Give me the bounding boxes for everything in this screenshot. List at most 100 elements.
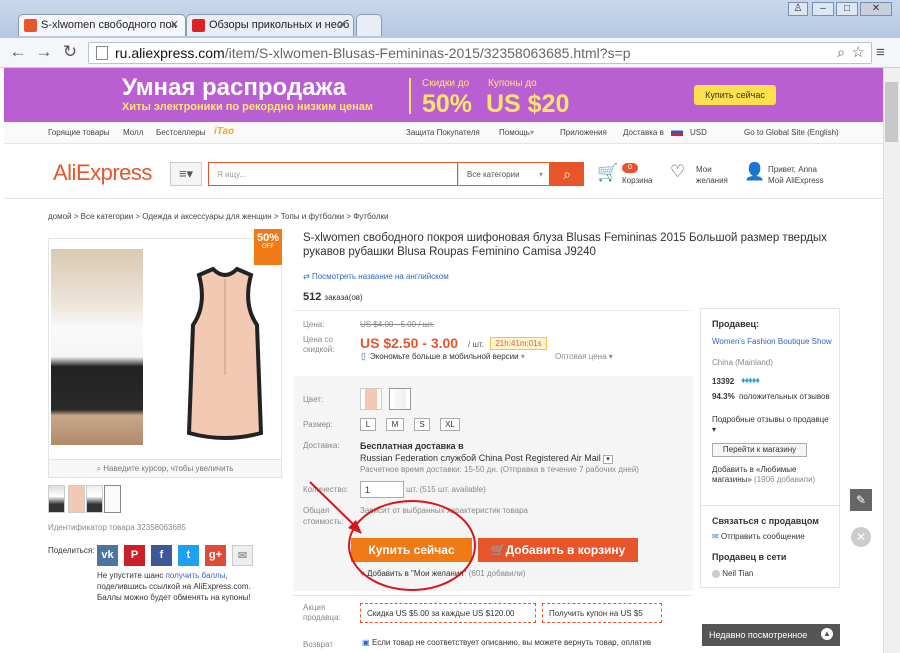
nav-buyer-protection[interactable]: Защита Покупателя (406, 128, 480, 137)
shield-icon: ▣ (362, 638, 370, 647)
chevron-down-icon[interactable]: ▾ (603, 455, 613, 464)
zoom-icon[interactable]: ⌕ (837, 44, 845, 61)
tab-close-icon[interactable]: ✕ (170, 18, 179, 31)
thumbnail[interactable] (104, 485, 121, 513)
nav-ship-to[interactable]: Доставка в (623, 128, 664, 137)
nav-mall[interactable]: Молл (123, 128, 143, 137)
divider (293, 310, 693, 311)
seller-store-link[interactable]: Women's Fashion Boutique Show (712, 337, 832, 347)
facebook-icon[interactable]: f (151, 545, 172, 566)
size-label: Размер: (303, 420, 333, 429)
heart-icon[interactable]: ♡ (670, 162, 685, 182)
scrollbar-thumb[interactable] (885, 82, 898, 142)
twitter-icon[interactable]: t (178, 545, 199, 566)
search-button[interactable]: ⌕ (550, 162, 584, 186)
nav-itao[interactable]: iTao (214, 126, 234, 137)
send-message-link[interactable]: ✉ Отправить сообщение (712, 532, 805, 541)
avatar (712, 569, 720, 578)
categories-menu-button[interactable]: ≡▾ (170, 162, 202, 186)
thumbnail[interactable] (86, 485, 103, 513)
zoom-hint-text: Наведите курсор, чтобы увеличить (103, 464, 234, 473)
color-swatch-peach[interactable] (360, 388, 382, 410)
size-option[interactable]: XL (440, 418, 460, 431)
cart-label[interactable]: Корзина (622, 175, 652, 186)
nav-hot-deals[interactable]: Горящие товары (48, 128, 110, 137)
search-input[interactable]: Я ищу... (208, 162, 458, 186)
browser-tab-active[interactable]: S-xlwomen свободного пок ✕ (18, 14, 186, 36)
nav-currency[interactable]: USD (690, 128, 707, 137)
heart-icon: ♥ (360, 569, 367, 578)
user-account-icon[interactable]: 👤 (744, 162, 765, 182)
category-select[interactable]: Все категории ▾ (458, 162, 550, 186)
browser-tab[interactable]: Обзоры прикольных и необ ✕ (186, 14, 354, 36)
countdown-timer: 21h:41m:01s (490, 337, 547, 350)
size-option[interactable]: L (360, 418, 376, 431)
window-close-icon[interactable]: ✕ (860, 2, 892, 16)
vk-icon[interactable]: vk (97, 545, 118, 566)
banner-buy-button[interactable]: Купить сейчас (694, 85, 776, 105)
nav-bestsellers[interactable]: Бестселлеры (156, 128, 205, 137)
pinterest-icon[interactable]: P (124, 545, 145, 566)
vertical-scrollbar[interactable] (883, 68, 900, 653)
reload-icon[interactable]: ↻ (60, 42, 80, 62)
seller-positive-pct: 94.3% (712, 392, 735, 401)
price-unit: / шт. (468, 340, 484, 349)
share-points-link[interactable]: получить баллы (166, 571, 226, 580)
thumbnail[interactable] (68, 485, 85, 513)
view-english-title-link[interactable]: ⇄ Посмотреть название на английском (303, 272, 449, 281)
discount-badge-value: 50% (256, 232, 280, 244)
user-icon[interactable]: ♙ (788, 2, 808, 16)
chevron-up-icon[interactable]: ▲ (821, 628, 833, 640)
google-plus-icon[interactable]: g+ (205, 545, 226, 566)
new-tab-button[interactable] (356, 14, 382, 36)
get-coupon-button[interactable]: Получить купон на US $5 (542, 603, 662, 623)
contact-heading: Связаться с продавцом (712, 516, 819, 526)
maximize-icon[interactable]: □ (836, 2, 858, 16)
tab-close-icon[interactable]: ✕ (338, 18, 347, 31)
go-to-store-button[interactable]: Перейти к магазину (712, 443, 807, 457)
edit-icon[interactable]: ✎ (850, 489, 872, 511)
seller-detailed-reviews[interactable]: Подробные отзывы о продавце ▾ (712, 415, 832, 435)
product-main-image[interactable]: 50% OFF (48, 229, 282, 460)
message-icon: ✉ (712, 532, 721, 541)
share-promo-text: Не упустите шанс получить баллы, поделив… (97, 570, 267, 603)
favorite-count: (1906 добавили) (754, 475, 816, 484)
banner-discount-value: 50% (422, 90, 473, 118)
cart-icon[interactable]: 🛒 (597, 163, 618, 183)
annotation-arrow (309, 481, 362, 534)
breadcrumb[interactable]: домой > Все категории > Одежда и аксессу… (48, 212, 388, 221)
bookmark-star-icon[interactable]: ☆ (852, 43, 865, 61)
menu-icon[interactable]: ≡ (876, 44, 885, 61)
mobile-discount-link[interactable]: ▯ Экономьте больше в мобильной версии ▾ (361, 351, 525, 361)
back-icon[interactable]: ← (8, 42, 28, 62)
forward-icon[interactable]: → (34, 42, 54, 62)
color-swatch-white[interactable] (389, 388, 411, 410)
color-label: Цвет: (303, 395, 324, 404)
aliexpress-logo[interactable]: AliExpress (53, 160, 152, 186)
promo-banner[interactable]: Умная распродажа Хиты электроники по рек… (4, 68, 883, 122)
size-option[interactable]: S (414, 418, 430, 431)
nav-apps[interactable]: Приложения (560, 128, 607, 137)
add-to-cart-button[interactable]: 🛒Добавить в корзину (478, 538, 638, 562)
close-icon[interactable]: ✕ (851, 527, 871, 547)
size-option[interactable]: M (386, 418, 404, 431)
online-contact[interactable]: Neil Tian (712, 569, 753, 578)
recently-viewed-bar[interactable]: Недавно посмотренное ▲ (702, 624, 840, 646)
wishlist-label-2[interactable]: желания (696, 175, 728, 186)
minimize-icon[interactable]: – (812, 2, 834, 16)
model-photo (51, 249, 143, 445)
shipping-method[interactable]: Russian Federation службой China Post Re… (360, 453, 613, 464)
nav-help[interactable]: Помощь (499, 128, 530, 137)
add-favorite-store[interactable]: Добавить в «Любимые магазины» (1906 доба… (712, 465, 832, 485)
email-icon[interactable]: ✉ (232, 545, 253, 566)
seller-discount-offer[interactable]: Скидка US $5.00 за каждые US $120.00 (360, 603, 536, 623)
discount-badge-sub: OFF (262, 244, 274, 250)
address-bar[interactable]: ru.aliexpress.com/item/S-xlwomen-Blusas-… (88, 42, 872, 64)
add-to-wishlist-link[interactable]: ♥ Добавить в "Мои желания" (601 добавили… (360, 569, 525, 578)
wishlist-label-1[interactable]: Мои (696, 164, 712, 175)
tab-title: S-xlwomen свободного пок (41, 19, 177, 31)
nav-global-site[interactable]: Go to Global Site (English) (744, 128, 839, 137)
wholesale-price-link[interactable]: Оптовая цена ▾ (555, 352, 613, 361)
thumbnail[interactable] (48, 485, 65, 513)
my-aliexpress-link[interactable]: Мой AliExpress (768, 175, 824, 186)
